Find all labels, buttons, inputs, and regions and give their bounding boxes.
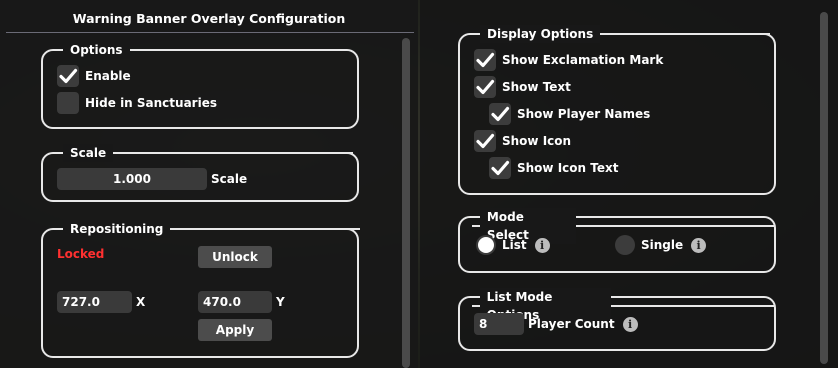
show-icon-text-checkbox[interactable]: [489, 157, 511, 179]
checkmark-icon: [476, 52, 495, 68]
options-legend-text: Options: [63, 41, 130, 59]
checkmark-icon: [491, 160, 510, 176]
x-label: X: [136, 295, 146, 309]
show-icon-label: Show Icon: [502, 134, 572, 148]
checkmark-icon: [476, 79, 495, 95]
info-icon[interactable]: i: [622, 316, 638, 332]
title-bar[interactable]: Warning Banner Overlay Configuration: [0, 0, 414, 33]
enable-label: Enable: [85, 69, 131, 83]
player-count-label: Player Count: [528, 317, 615, 331]
show-exclamation-row[interactable]: Show Exclamation Mark: [474, 49, 663, 71]
mode-list-label: List: [502, 238, 527, 252]
right-scrollbar[interactable]: [819, 12, 829, 364]
player-count-row: Player Count i: [528, 313, 638, 335]
mode-single-label: Single: [641, 238, 684, 252]
mode-single-radio[interactable]: [615, 235, 635, 255]
display-options-legend: Display Options: [472, 25, 771, 43]
checkmark-icon: [491, 106, 510, 122]
window-title: Warning Banner Overlay Configuration: [72, 11, 346, 26]
options-legend: Options: [55, 41, 330, 59]
mode-list-radio-row[interactable]: List i: [476, 235, 550, 255]
show-player-names-row[interactable]: Show Player Names: [489, 103, 650, 125]
left-scrollbar[interactable]: [401, 38, 411, 368]
mode-single-radio-row[interactable]: Single i: [615, 235, 707, 255]
options-group: Options: [41, 41, 359, 129]
checkmark-icon: [59, 68, 78, 84]
scale-label: Scale: [211, 172, 248, 186]
show-icon-checkbox[interactable]: [474, 130, 496, 152]
show-icon-text-label: Show Icon Text: [517, 161, 619, 175]
enable-checkbox-row[interactable]: Enable: [57, 65, 131, 87]
show-icon-row[interactable]: Show Icon: [474, 130, 571, 152]
unlock-button[interactable]: Unlock: [198, 246, 272, 268]
y-label: Y: [276, 295, 285, 309]
show-text-checkbox[interactable]: [474, 76, 496, 98]
left-scrollbar-thumb[interactable]: [402, 38, 410, 368]
show-exclamation-label: Show Exclamation Mark: [502, 53, 664, 67]
right-scrollbar-thumb[interactable]: [820, 12, 828, 364]
checkmark-icon: [476, 133, 495, 149]
config-window-right: Display Options Show Exclamation Mark Sh…: [420, 0, 838, 368]
info-icon[interactable]: i: [691, 237, 707, 253]
show-text-row[interactable]: Show Text: [474, 76, 571, 98]
show-icon-text-row[interactable]: Show Icon Text: [489, 157, 618, 179]
y-position-input[interactable]: 470.0: [198, 291, 272, 313]
apply-button[interactable]: Apply: [198, 319, 272, 341]
hide-sanctuaries-checkbox[interactable]: [57, 92, 79, 114]
show-exclamation-checkbox[interactable]: [474, 49, 496, 71]
enable-checkbox[interactable]: [57, 65, 79, 87]
config-window-left: Warning Banner Overlay Configuration Opt…: [0, 0, 418, 368]
show-text-label: Show Text: [502, 80, 571, 94]
show-player-names-label: Show Player Names: [517, 107, 651, 121]
scale-legend-text: Scale: [63, 144, 114, 162]
hide-sanctuaries-checkbox-row[interactable]: Hide in Sanctuaries: [57, 92, 217, 114]
display-options-legend-text: Display Options: [480, 25, 601, 43]
info-icon[interactable]: i: [534, 237, 550, 253]
repositioning-legend-text: Repositioning: [63, 220, 171, 238]
scale-slider[interactable]: 1.000: [57, 168, 207, 190]
mode-list-radio[interactable]: [476, 235, 496, 255]
show-player-names-checkbox[interactable]: [489, 103, 511, 125]
repositioning-legend: Repositioning: [55, 220, 361, 238]
player-count-input[interactable]: 8: [474, 313, 524, 335]
hide-sanctuaries-label: Hide in Sanctuaries: [85, 96, 217, 110]
x-position-input[interactable]: 727.0: [57, 291, 132, 313]
title-divider: [6, 32, 414, 33]
scale-legend: Scale: [55, 144, 354, 162]
lock-status-text: Locked: [57, 247, 105, 261]
